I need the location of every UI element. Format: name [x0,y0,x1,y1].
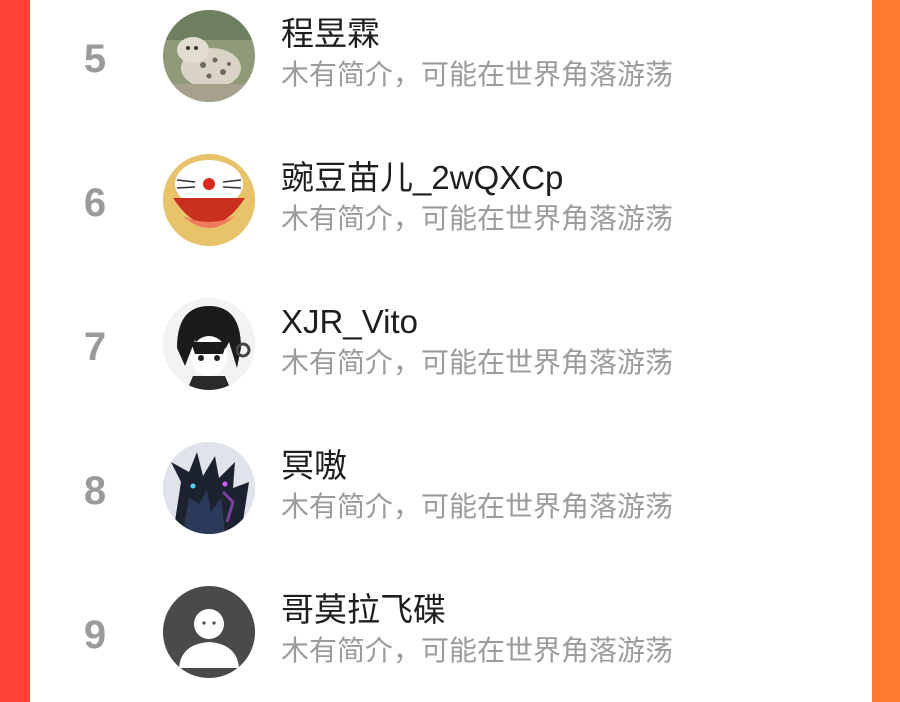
leaderboard-row[interactable]: 5 程昱霖 木有简介，可能在世界角落游荡 [30,0,872,120]
user-name[interactable]: XJR_Vito [281,300,418,344]
user-name[interactable]: 程昱霖 [281,12,380,56]
dark-monster-avatar-icon[interactable] [163,442,255,534]
leaderboard-row[interactable]: 6 豌豆苗儿_2wQXCp 木有简介，可能在世界角落游荡 [30,144,872,264]
leaderboard-row[interactable]: 7 XJR_Vito 木有简介，可能在世界角落游荡 [30,288,872,408]
rank-number: 9 [83,613,107,657]
user-bio: 木有简介，可能在世界角落游荡 [281,59,674,90]
rank-number: 5 [83,37,107,81]
user-name[interactable]: 哥莫拉飞碟 [281,588,446,632]
snow-leopard-avatar-icon[interactable] [163,10,255,102]
rank-number: 6 [83,181,107,225]
user-bio: 木有简介，可能在世界角落游荡 [281,203,674,234]
rank-number: 8 [83,469,107,513]
default-user-avatar-icon[interactable] [163,586,255,678]
doraemon-avatar-icon[interactable] [163,154,255,246]
user-name[interactable]: 豌豆苗儿_2wQXCp [281,156,563,200]
anime-boy-avatar-icon[interactable] [163,298,255,390]
leaderboard-row[interactable]: 8 冥嗷 木有简介，可能在世界角落游荡 [30,432,872,552]
leaderboard-card: 5 程昱霖 木有简介，可能在世界角落游荡 6 豌豆苗儿_2wQXCp 木有简介，… [30,0,872,702]
user-bio: 木有简介，可能在世界角落游荡 [281,635,674,666]
user-bio: 木有简介，可能在世界角落游荡 [281,491,674,522]
leaderboard-row[interactable]: 9 哥莫拉飞碟 木有简介，可能在世界角落游荡 [30,576,872,696]
user-name[interactable]: 冥嗷 [281,444,347,488]
user-bio: 木有简介，可能在世界角落游荡 [281,347,674,378]
rank-number: 7 [83,325,107,369]
